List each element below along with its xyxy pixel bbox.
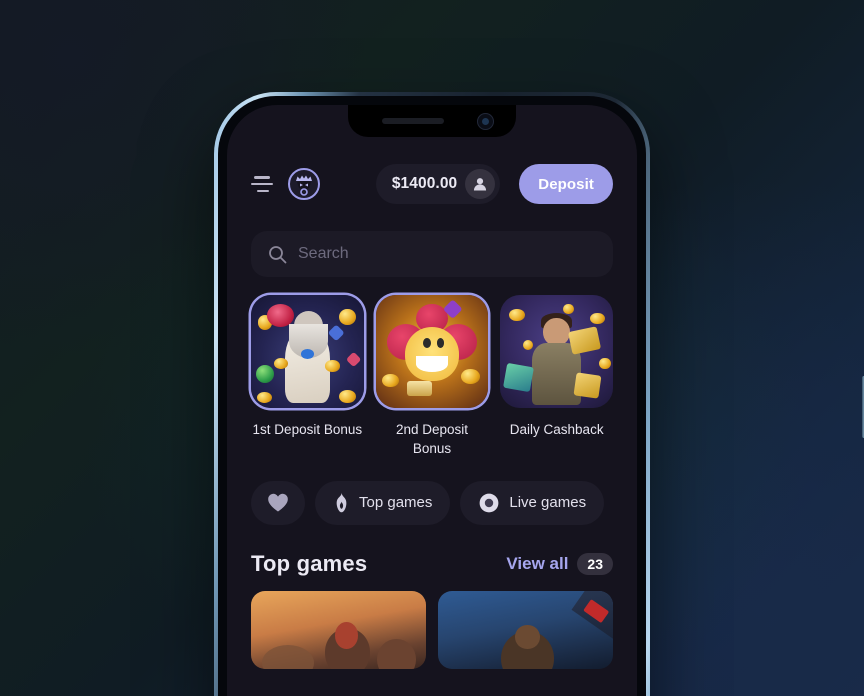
brand-logo-icon[interactable] [287,167,321,201]
bonus-carousel: 1st Deposit Bonus 2nd Deposit Bonus Dail… [251,295,614,459]
front-camera-icon [477,113,494,130]
view-all-label: View all [506,553,569,573]
user-avatar-icon[interactable] [465,169,496,199]
section-header: Top games View all 23 [251,551,613,577]
chip-top-games[interactable]: Top games [315,480,451,525]
game-card[interactable] [251,590,426,669]
flame-icon [336,492,347,513]
search-input[interactable] [298,245,596,263]
search-bar[interactable] [251,231,613,277]
bonus-thumbnail [375,295,489,408]
deposit-button[interactable]: Deposit [519,164,613,204]
game-card[interactable] [438,590,613,669]
filter-chips: Top games Live games [251,480,613,525]
balance-pill[interactable]: $1400.00 [375,164,501,204]
bonus-thumbnail [251,295,364,408]
bonus-card-2nd-deposit[interactable]: 2nd Deposit Bonus [375,295,489,459]
bonus-card-1st-deposit[interactable]: 1st Deposit Bonus [251,295,364,459]
balance-amount: $1400.00 [391,175,458,192]
game-card-row [251,590,613,669]
search-icon [269,245,287,263]
section-title: Top games [251,550,368,576]
promo-tag-icon [571,590,613,640]
chip-live-games[interactable]: Live games [460,480,605,525]
chip-label: Top games [359,494,433,512]
bonus-label: 2nd Deposit Bonus [395,421,469,457]
scene: $1400.00 Deposit Search 1st Deposit Bonu… [0,0,864,696]
earpiece-speaker-icon [382,118,444,124]
view-all-link[interactable]: View all 23 [506,552,613,575]
phone-screen: $1400.00 Deposit Search 1st Deposit Bonu… [227,105,637,696]
bonus-label: Daily Cashback [509,421,604,437]
hamburger-menu-icon[interactable] [251,176,273,192]
bonus-label: 1st Deposit Bonus [252,421,363,437]
app-header: $1400.00 Deposit [251,153,613,215]
phone-bezel: $1400.00 Deposit Search 1st Deposit Bonu… [218,96,646,696]
chip-label: Live games [509,494,587,512]
live-circle-icon [479,493,499,513]
phone-device: $1400.00 Deposit Search 1st Deposit Bonu… [214,92,864,696]
device-notch [348,105,516,137]
casino-app: $1400.00 Deposit Search 1st Deposit Bonu… [227,105,637,696]
chip-favorites[interactable] [251,480,305,525]
heart-icon [268,493,288,512]
bonus-card-daily-cashback[interactable]: Daily Cashback [500,295,614,459]
bonus-thumbnail [500,295,614,408]
games-count-badge: 23 [577,552,613,575]
